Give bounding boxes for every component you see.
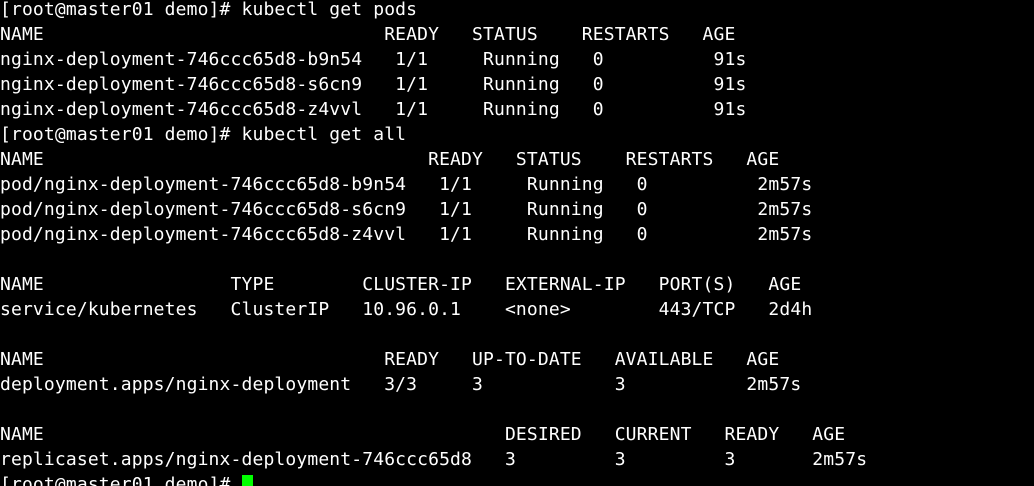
table-header: NAME READY STATUS RESTARTS AGE (0, 149, 780, 170)
table-row: pod/nginx-deployment-746ccc65d8-b9n54 1/… (0, 174, 813, 195)
table-row: pod/nginx-deployment-746ccc65d8-s6cn9 1/… (0, 199, 813, 220)
table-header: NAME READY UP-TO-DATE AVAILABLE AGE (0, 349, 780, 370)
table-header: NAME DESIRED CURRENT READY AGE (0, 424, 846, 445)
table-header: NAME READY STATUS RESTARTS AGE (0, 24, 736, 45)
table-row: deployment.apps/nginx-deployment 3/3 3 3… (0, 374, 802, 395)
shell-prompt: [root@master01 demo]# (0, 474, 242, 486)
command-line: [root@master01 demo]# kubectl get all (0, 124, 407, 145)
terminal-window[interactable]: [root@master01 demo]# kubectl get pods N… (0, 0, 1034, 486)
table-row: nginx-deployment-746ccc65d8-z4vvl 1/1 Ru… (0, 99, 747, 120)
table-row: nginx-deployment-746ccc65d8-s6cn9 1/1 Ru… (0, 74, 747, 95)
table-row: pod/nginx-deployment-746ccc65d8-z4vvl 1/… (0, 224, 813, 245)
prompt-line[interactable]: [root@master01 demo]# (0, 472, 253, 486)
command-line: [root@master01 demo]# kubectl get pods (0, 0, 418, 20)
text-cursor (241, 475, 253, 486)
table-row: nginx-deployment-746ccc65d8-b9n54 1/1 Ru… (0, 49, 747, 70)
table-row: replicaset.apps/nginx-deployment-746ccc6… (0, 449, 868, 470)
table-row: service/kubernetes ClusterIP 10.96.0.1 <… (0, 299, 813, 320)
table-header: NAME TYPE CLUSTER-IP EXTERNAL-IP PORT(S)… (0, 274, 802, 295)
